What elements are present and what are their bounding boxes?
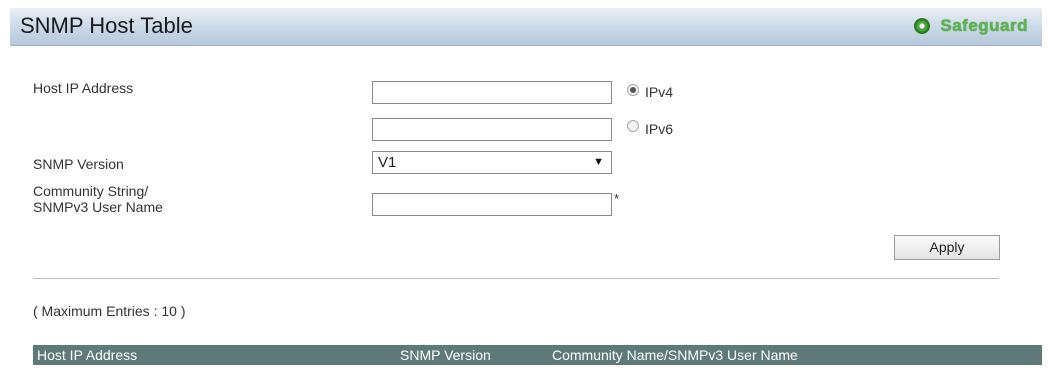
column-header-community-name: Community Name/SNMPv3 User Name xyxy=(552,347,798,363)
max-entries-text: ( Maximum Entries : 10 ) xyxy=(33,303,186,319)
column-header-host-ip: Host IP Address xyxy=(37,347,138,363)
host-table-header: Host IP Address SNMP Version Community N… xyxy=(33,345,1042,365)
ipv6-radio-label: IPv6 xyxy=(645,121,674,137)
ipv4-radio[interactable] xyxy=(627,84,639,96)
community-label-line2: SNMPv3 User Name xyxy=(33,199,163,215)
snmp-version-label: SNMP Version xyxy=(33,156,124,172)
chevron-down-icon: ▼ xyxy=(593,156,604,168)
community-string-label: Community String/ SNMPv3 User Name xyxy=(33,183,163,215)
ipv6-address-input[interactable] xyxy=(372,118,612,141)
page-title: SNMP Host Table xyxy=(20,13,193,38)
apply-button[interactable]: Apply xyxy=(894,235,1000,260)
host-ip-label: Host IP Address xyxy=(33,80,134,96)
community-string-input[interactable] xyxy=(372,193,612,216)
snmp-version-selected-value: V1 xyxy=(378,154,397,171)
page-header: SNMP Host Table Safeguard xyxy=(10,8,1042,46)
safeguard-label: Safeguard xyxy=(940,16,1028,35)
community-label-line1: Community String/ xyxy=(33,183,149,199)
ipv4-radio-label: IPv4 xyxy=(645,84,674,100)
safeguard-status-icon xyxy=(914,18,931,34)
ipv6-radio[interactable] xyxy=(627,120,639,132)
safeguard-indicator[interactable]: Safeguard xyxy=(914,16,1028,36)
snmp-version-select[interactable]: V1 ▼ xyxy=(372,151,612,174)
column-header-snmp-version: SNMP Version xyxy=(400,347,491,363)
section-divider xyxy=(33,278,999,279)
required-marker: * xyxy=(614,191,620,206)
ipv4-address-input[interactable] xyxy=(372,81,612,104)
